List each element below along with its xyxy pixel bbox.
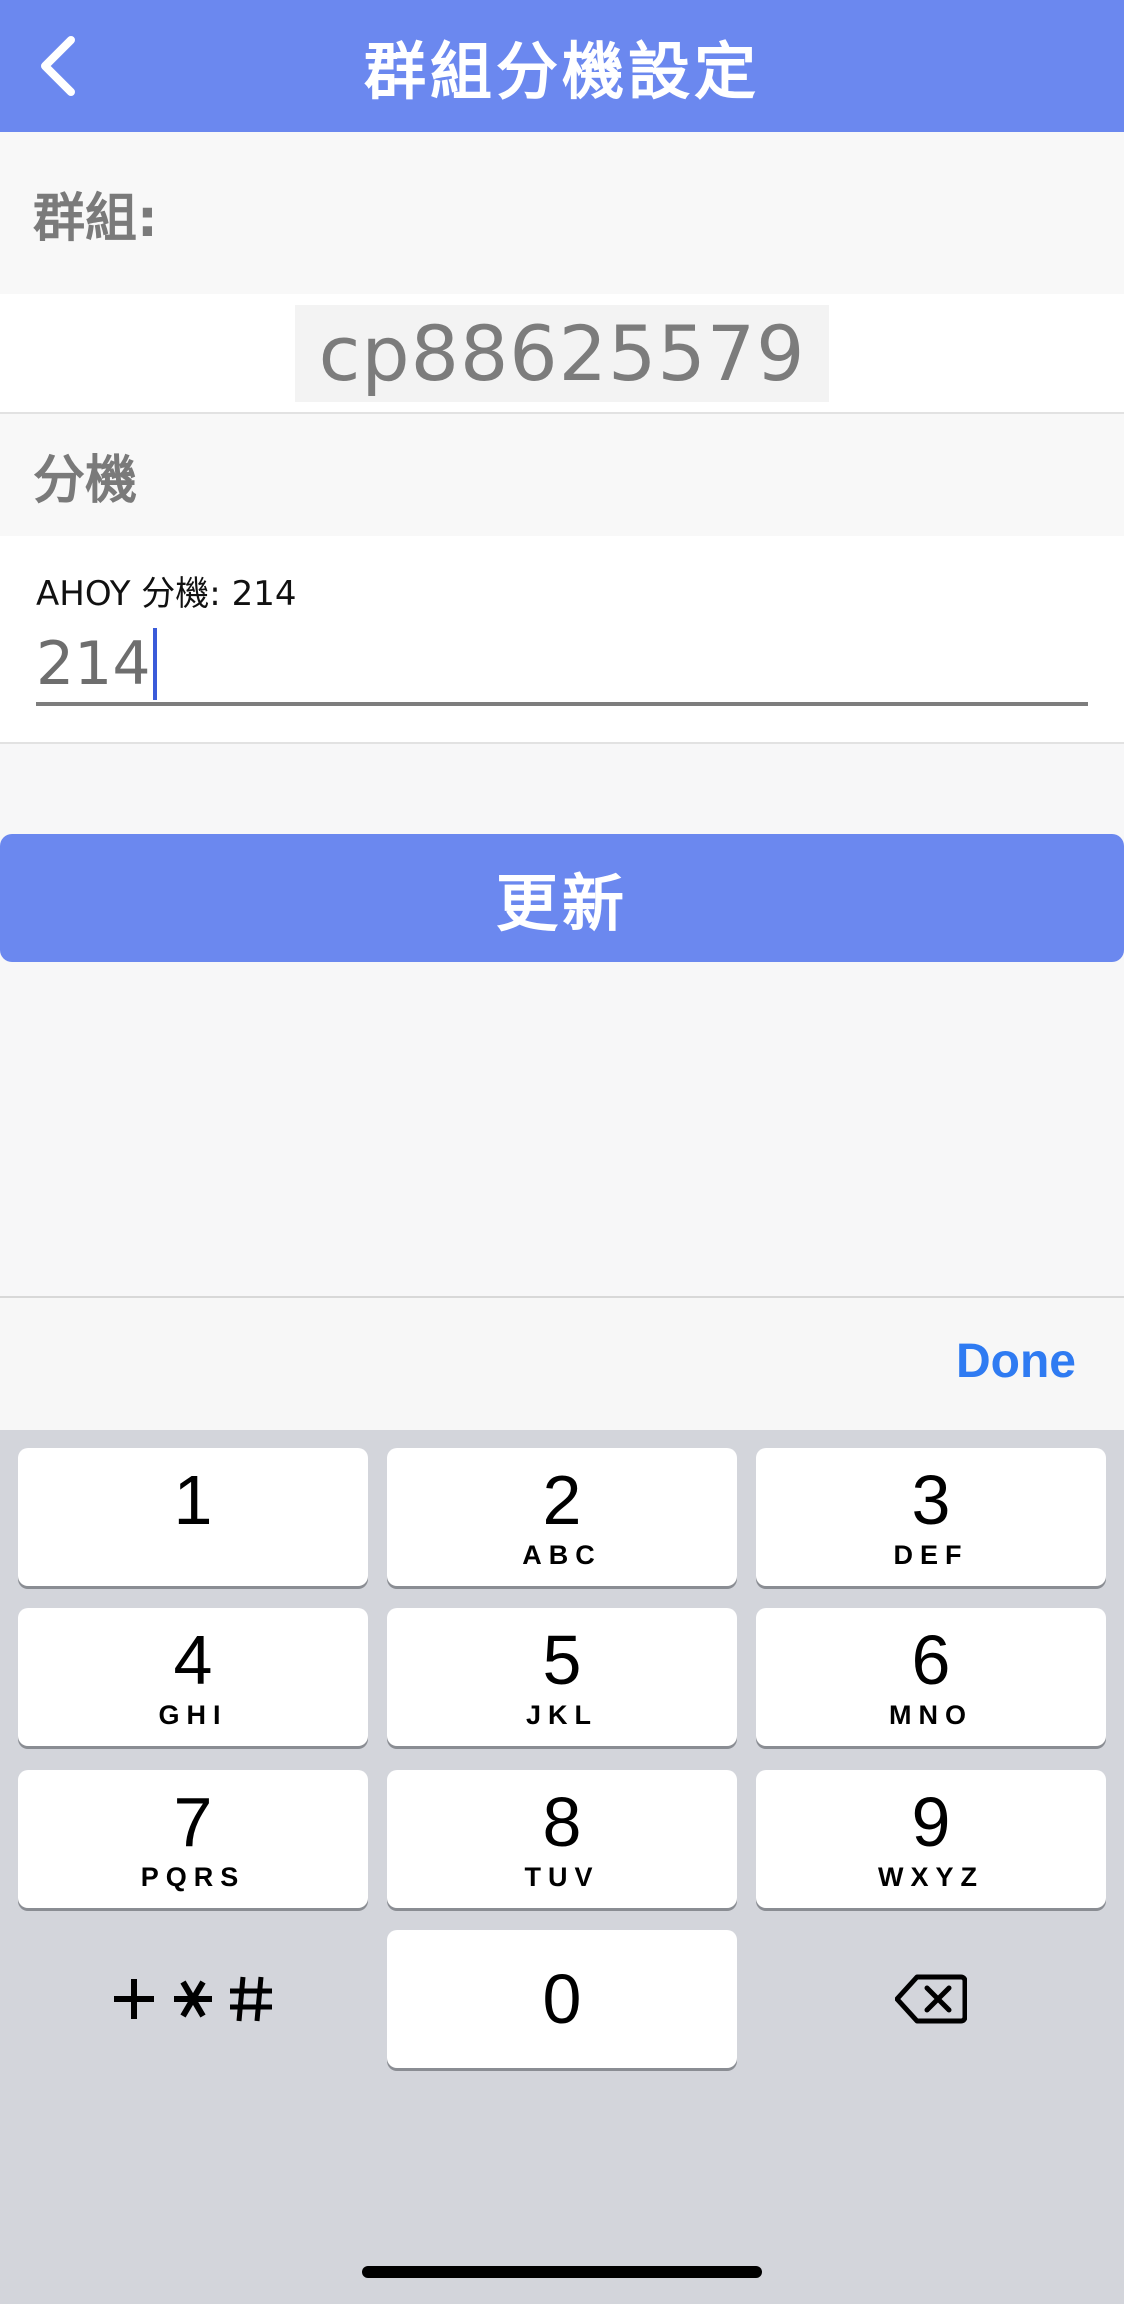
key-digit: 8 — [542, 1783, 582, 1861]
key-digit: 3 — [911, 1461, 951, 1539]
keyboard-toolbar: Done — [0, 1296, 1124, 1432]
key-letters: TUV — [524, 1862, 600, 1892]
chevron-left-icon — [41, 36, 75, 96]
key-letters: ABC — [522, 1540, 602, 1570]
key-6[interactable]: 6 MNO — [756, 1608, 1106, 1746]
group-value-row: cp88625579 — [0, 294, 1124, 414]
key-0[interactable]: 0 — [387, 1930, 737, 2068]
key-digit: 9 — [911, 1783, 951, 1861]
key-5[interactable]: 5 JKL — [387, 1608, 737, 1746]
key-letters: PQRS — [140, 1862, 246, 1892]
done-button[interactable]: Done — [956, 1334, 1076, 1389]
nav-bar: 群組分機設定 — [0, 0, 1124, 132]
key-2[interactable]: 2 ABC — [387, 1448, 737, 1586]
update-button[interactable]: 更新 — [0, 834, 1124, 962]
key-4[interactable]: 4 GHI — [18, 1608, 368, 1746]
key-3[interactable]: 3 DEF — [756, 1448, 1106, 1586]
key-letters: MNO — [889, 1700, 973, 1730]
group-label: 群組: — [0, 132, 1124, 294]
key-7[interactable]: 7 PQRS — [18, 1770, 368, 1908]
delete-key[interactable] — [756, 1930, 1106, 2068]
symbols-key[interactable] — [18, 1930, 368, 2068]
extension-caption: AHOY 分機: 214 — [36, 574, 297, 614]
numeric-keypad: 1 2 ABC 3 DEF 4 GHI 5 JKL 6 MNO 7 PQRS 8 — [0, 1430, 1124, 2304]
key-letters: GHI — [158, 1700, 228, 1730]
key-letters: DEF — [893, 1540, 969, 1570]
backspace-icon — [895, 1974, 967, 2024]
key-digit: 6 — [911, 1621, 951, 1699]
key-9[interactable]: 9 WXYZ — [756, 1770, 1106, 1908]
key-letters: WXYZ — [878, 1862, 984, 1892]
extension-card: AHOY 分機: 214 214 — [0, 536, 1124, 744]
key-digit: 5 — [542, 1621, 582, 1699]
key-digit: 4 — [173, 1621, 213, 1699]
extension-label: 分機 — [0, 414, 1124, 536]
key-digit: 1 — [173, 1461, 213, 1539]
back-button[interactable] — [14, 18, 104, 114]
key-1[interactable]: 1 — [18, 1448, 368, 1586]
screen: 群組分機設定 群組: cp88625579 分機 AHOY 分機: 214 21… — [0, 0, 1124, 2304]
text-cursor — [152, 628, 157, 700]
key-digit: 7 — [173, 1783, 213, 1861]
plus-star-hash-icon — [114, 1976, 272, 2022]
group-value: cp88625579 — [294, 304, 830, 402]
extension-input-value: 214 — [36, 629, 151, 699]
key-8[interactable]: 8 TUV — [387, 1770, 737, 1908]
key-digit: 0 — [542, 1960, 582, 2038]
key-digit: 2 — [542, 1461, 582, 1539]
home-indicator[interactable] — [362, 2266, 762, 2278]
key-letters: JKL — [525, 1700, 598, 1730]
page-title: 群組分機設定 — [363, 35, 760, 108]
extension-input[interactable]: 214 — [36, 626, 1088, 706]
